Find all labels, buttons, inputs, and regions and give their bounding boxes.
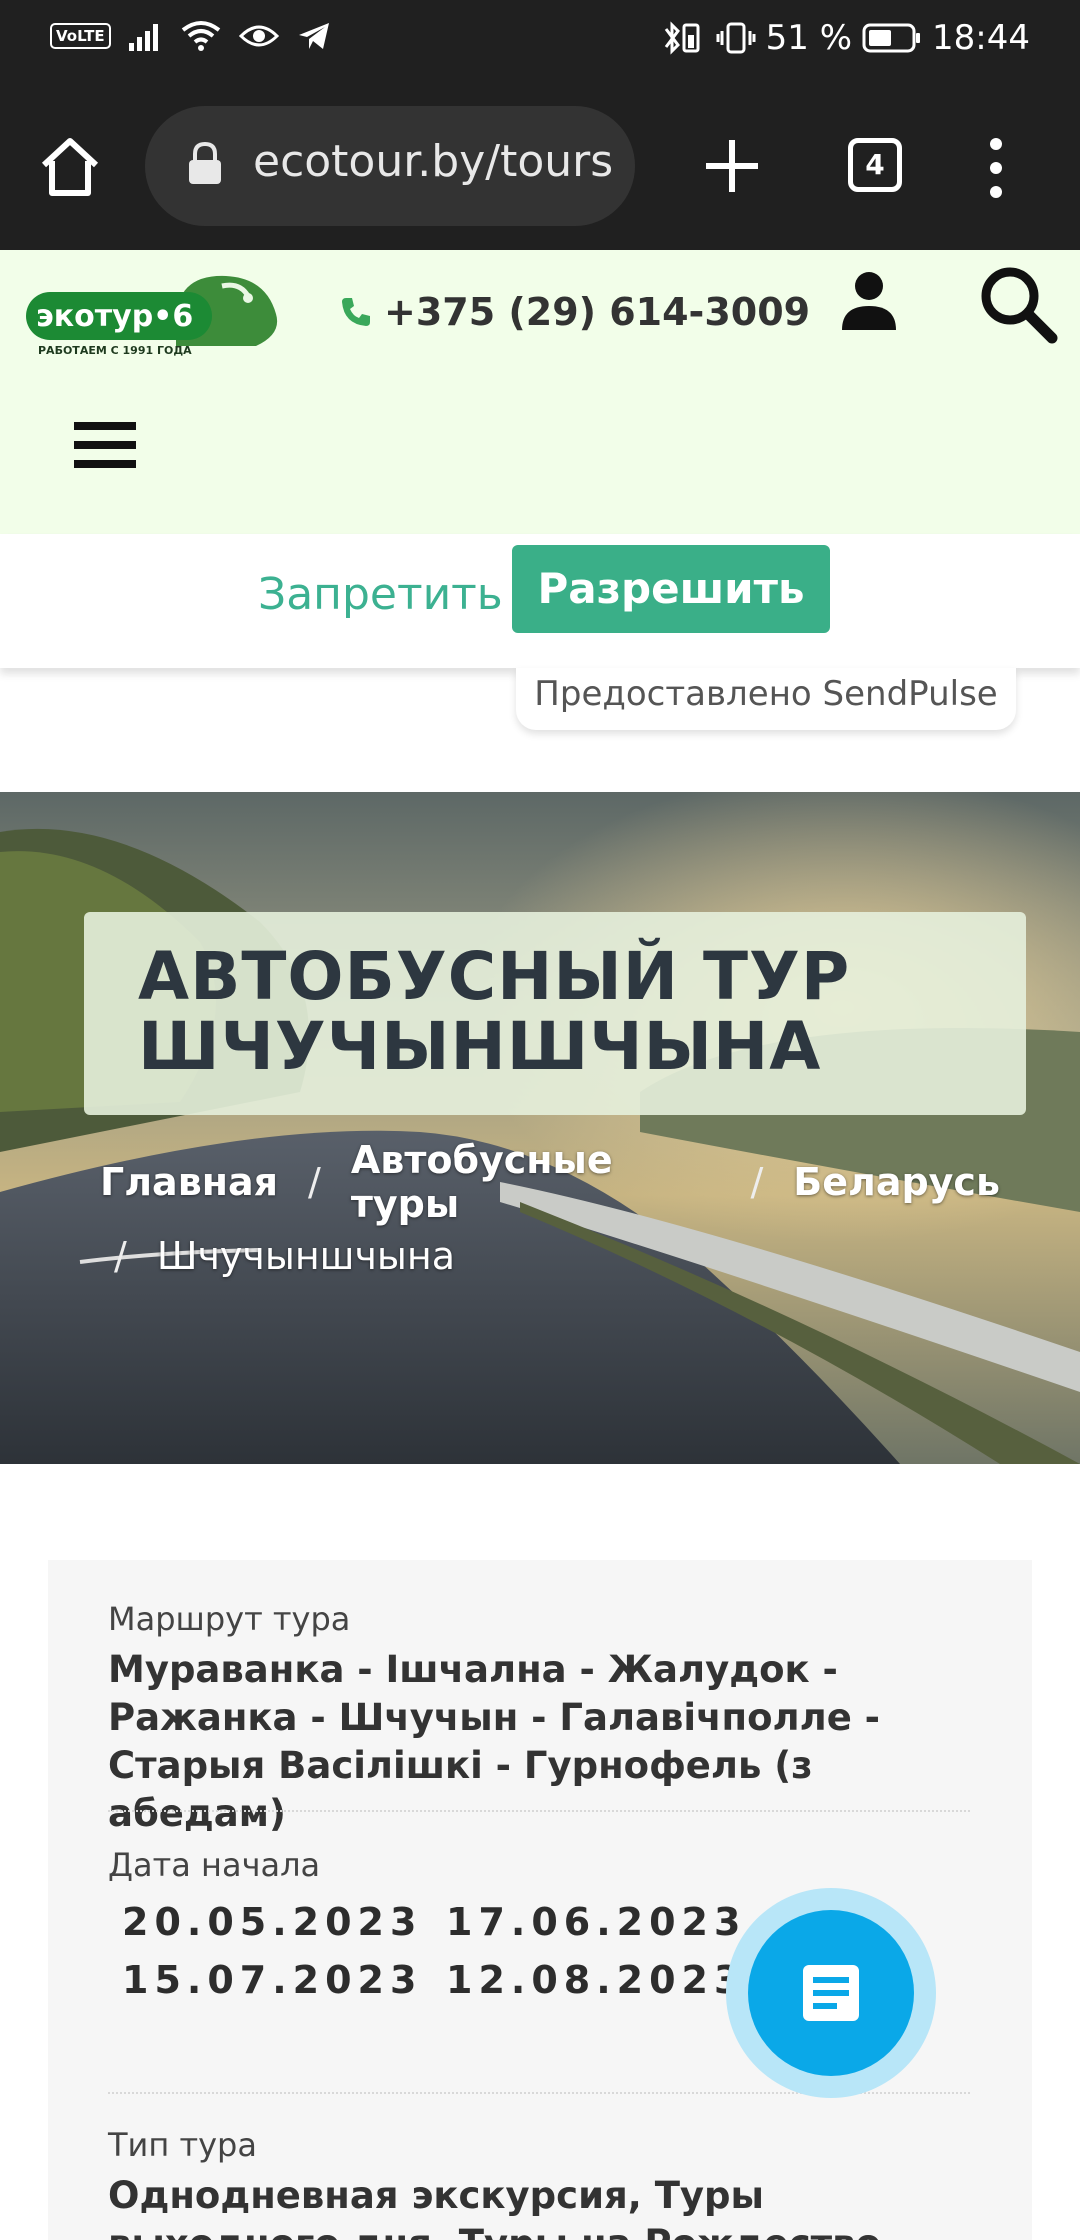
home-icon[interactable] — [38, 135, 102, 199]
site-header: экотур•6 РАБОТАЕМ С 1991 ГОДА +375 (29) … — [0, 250, 1080, 534]
title-line-2: ШЧУЧЫНШЧЫНА — [138, 1008, 822, 1085]
deny-button[interactable]: Запретить — [258, 560, 503, 630]
tab-switcher-button[interactable]: 4 — [848, 138, 902, 192]
eye-icon — [238, 25, 279, 47]
breadcrumb-home[interactable]: Главная — [100, 1160, 278, 1204]
phone-icon — [342, 298, 370, 326]
phone-number[interactable]: +375 (29) 614-3009 — [384, 290, 810, 334]
request-form-button[interactable] — [748, 1910, 914, 2076]
battery-percent: 51 % — [765, 18, 853, 58]
date-item[interactable]: 20.05.2023 — [122, 1900, 446, 1944]
breadcrumb-separator: / — [308, 1160, 321, 1204]
route-label: Маршрут тура — [108, 1600, 351, 1638]
telegram-icon — [298, 23, 329, 49]
provider-note: Предоставлено SendPulse — [516, 668, 1016, 730]
tour-info-card: Маршрут тура Мураванка - Ішчална - Жалуд… — [48, 1560, 1032, 2240]
start-date-label: Дата начала — [108, 1846, 321, 1884]
battery-icon — [862, 23, 921, 53]
breadcrumb-separator: / — [114, 1234, 127, 1278]
more-menu-icon[interactable] — [986, 136, 1006, 200]
divider — [108, 1810, 970, 1812]
volte-indicator: VoLTE — [50, 23, 111, 49]
status-left: VoLTE — [50, 20, 331, 52]
date-item[interactable]: 15.07.2023 — [122, 1958, 446, 2002]
new-tab-icon[interactable] — [702, 136, 762, 196]
push-consent-bar: Запретить Разрешить — [0, 534, 1080, 668]
search-icon[interactable] — [978, 264, 1058, 344]
clock: 18:44 — [932, 18, 1030, 58]
status-right: 51 % 18:44 — [662, 18, 1030, 58]
page-title: АВТОБУСНЫЙ ТУР ШЧУЧЫНШЧЫНА — [138, 942, 850, 1082]
breadcrumb-belarus[interactable]: Беларусь — [793, 1160, 1000, 1204]
vibrate-icon — [716, 22, 756, 54]
breadcrumb: Главная / Автобусные туры / Беларусь / Ш… — [100, 1138, 1000, 1300]
site-logo[interactable]: экотур•6 РАБОТАЕМ С 1991 ГОДА — [26, 264, 282, 360]
tour-title-box: АВТОБУСНЫЙ ТУР ШЧУЧЫНШЧЫНА — [84, 912, 1026, 1115]
svg-text:РАБОТАЕМ С 1991 ГОДА: РАБОТАЕМ С 1991 ГОДА — [38, 344, 192, 357]
url-text[interactable]: ecotour.by/tours — [253, 136, 613, 187]
hero-banner: АВТОБУСНЫЙ ТУР ШЧУЧЫНШЧЫНА Главная / Авт… — [0, 792, 1080, 1464]
svg-text:экотур•6: экотур•6 — [36, 299, 193, 334]
hamburger-menu-icon[interactable] — [74, 422, 136, 468]
breadcrumb-bus-tours[interactable]: Автобусные туры — [351, 1138, 721, 1226]
signal-icon — [128, 24, 158, 51]
tour-type-section: Тип тура Однодневная экскурсия, Туры вых… — [108, 2126, 978, 2240]
breadcrumb-current: Шчучыншчына — [156, 1234, 456, 1278]
phone-link[interactable]: +375 (29) 614-3009 — [340, 290, 810, 334]
address-bar[interactable]: ecotour.by/tours — [145, 106, 635, 226]
breadcrumb-separator: / — [750, 1160, 764, 1204]
hero-background-image — [0, 792, 1080, 1464]
date-item[interactable]: 17.06.2023 — [446, 1900, 770, 1944]
status-bar: VoLTE 51 % 18:44 — [0, 0, 1080, 80]
tour-type-label: Тип тура — [108, 2126, 257, 2164]
route-section: Маршрут тура Мураванка - Ішчална - Жалуд… — [108, 1600, 978, 1838]
tour-type-value: Однодневная экскурсия, Туры выходного дн… — [108, 2174, 895, 2240]
document-icon — [803, 1965, 859, 2021]
date-item[interactable]: 12.08.2023 — [446, 1958, 770, 2002]
title-line-1: АВТОБУСНЫЙ ТУР — [138, 938, 851, 1015]
lock-icon — [189, 142, 221, 184]
browser-toolbar: ecotour.by/tours 4 — [0, 80, 1080, 250]
bluetooth-battery-icon — [664, 21, 700, 55]
wifi-icon — [181, 21, 220, 51]
user-icon[interactable] — [840, 270, 898, 332]
allow-button[interactable]: Разрешить — [512, 545, 830, 633]
